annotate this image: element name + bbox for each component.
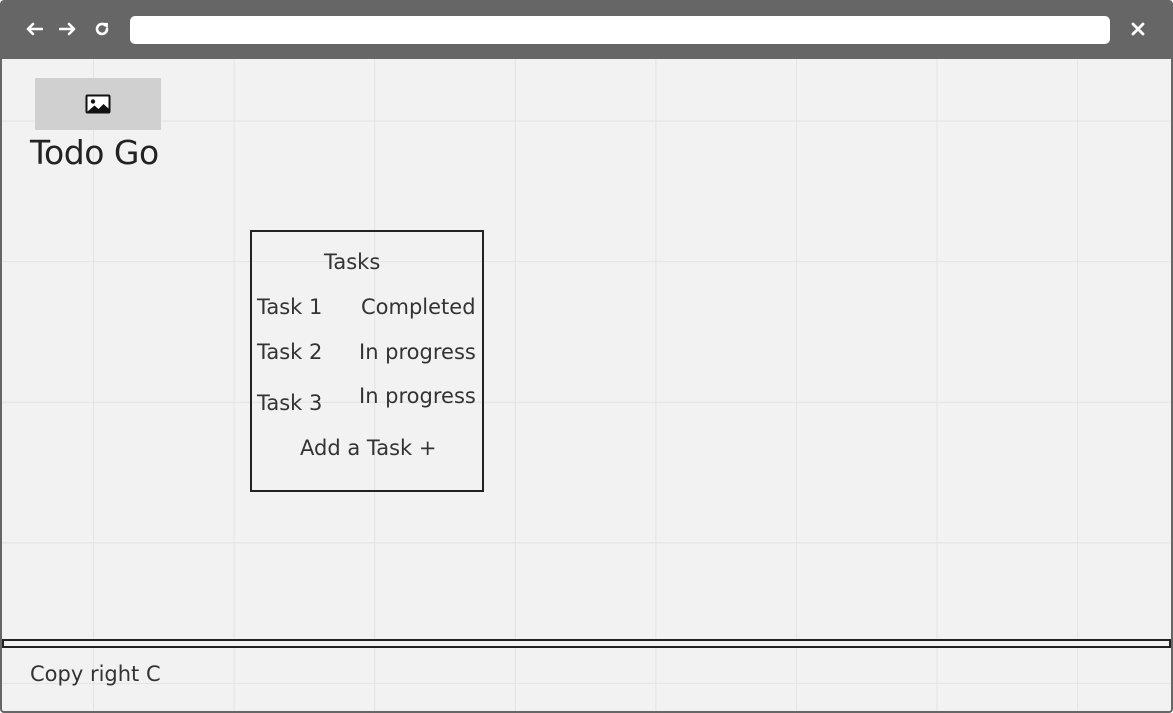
footer-copyright: Copy right C bbox=[30, 662, 161, 686]
tasks-heading: Tasks bbox=[324, 250, 381, 274]
forward-button[interactable] bbox=[58, 19, 78, 39]
address-bar[interactable] bbox=[130, 16, 1110, 44]
logo-image-placeholder bbox=[35, 78, 161, 130]
reload-icon bbox=[95, 22, 109, 36]
image-icon bbox=[85, 94, 111, 114]
tasks-panel: Tasks Task 1 Completed Task 2 In progres… bbox=[250, 230, 484, 492]
arrow-left-icon bbox=[26, 22, 43, 36]
task-name[interactable]: Task 1 bbox=[257, 295, 322, 319]
task-status[interactable]: In progress bbox=[359, 340, 476, 364]
task-name[interactable]: Task 3 bbox=[257, 391, 322, 415]
add-task-button[interactable]: Add a Task + bbox=[300, 436, 436, 460]
task-status[interactable]: Completed bbox=[361, 295, 476, 319]
task-name[interactable]: Task 2 bbox=[257, 340, 322, 364]
footer-divider bbox=[2, 639, 1171, 648]
reload-button[interactable] bbox=[92, 19, 112, 39]
close-icon bbox=[1131, 22, 1145, 36]
browser-toolbar bbox=[2, 0, 1171, 59]
arrow-right-icon bbox=[59, 22, 76, 36]
task-status[interactable]: In progress bbox=[359, 384, 476, 408]
back-button[interactable] bbox=[24, 19, 44, 39]
close-button[interactable] bbox=[1128, 19, 1148, 39]
app-title: Todo Go bbox=[30, 133, 159, 172]
browser-window: Todo Go Tasks Task 1 Completed Task 2 In… bbox=[0, 0, 1173, 713]
